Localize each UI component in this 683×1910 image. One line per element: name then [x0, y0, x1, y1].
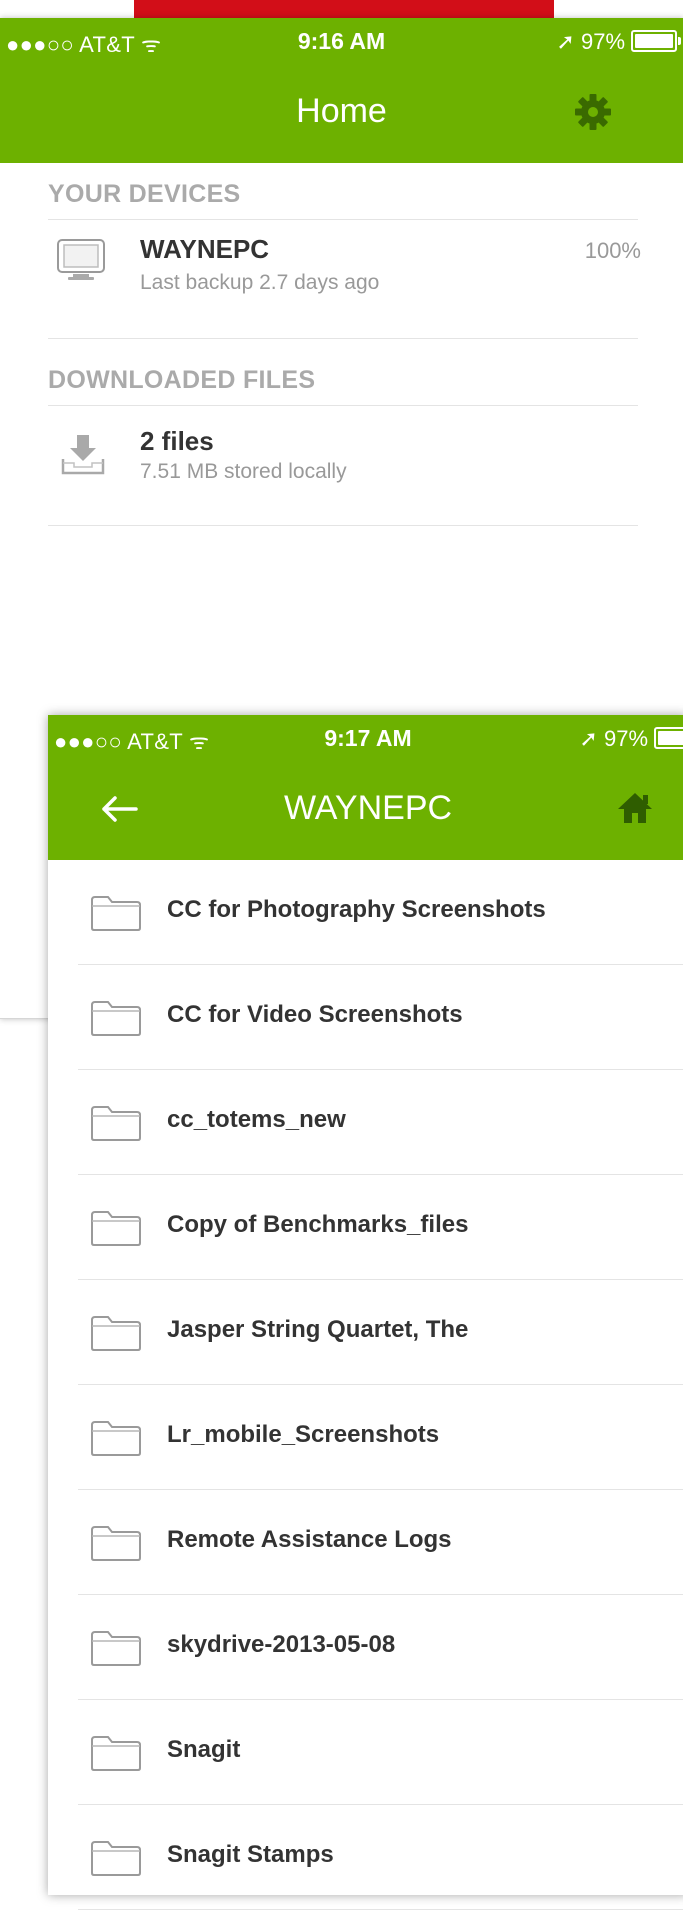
folder-icon [91, 1211, 141, 1246]
folder-icon [91, 1106, 141, 1141]
folder-name: cc_totems_new [167, 1106, 346, 1133]
folder-icon [91, 1631, 141, 1666]
folder-name: CC for Photography Screenshots [167, 896, 546, 923]
folder-list-item[interactable]: Remote Assistance Logs [48, 1490, 683, 1595]
folder-icon [91, 1841, 141, 1876]
folder-name: Copy of Benchmarks_files [167, 1211, 469, 1238]
battery-percent: ➚ 97% [579, 726, 648, 751]
monitor-icon [57, 239, 105, 280]
device-name: WAYNEPC [140, 234, 270, 264]
folder-icon [91, 1316, 141, 1351]
folder-icon [91, 1421, 141, 1456]
download-tray-icon [61, 435, 105, 475]
page-title: WAYNEPC [283, 789, 453, 827]
folder-list-item[interactable]: skydrive-2013-05-08 [48, 1595, 683, 1700]
home-icon[interactable] [616, 791, 654, 825]
folder-icon [91, 1526, 141, 1561]
folder-list-item[interactable]: Jasper String Quartet, The [48, 1280, 683, 1385]
status-bar: ●●●○○ AT&T ᯤ 9:16 AM ➚ 97% [0, 18, 683, 64]
folder-name: Lr_mobile_Screenshots [167, 1421, 440, 1448]
status-bar: ●●●○○ AT&T ᯤ 9:17 AM ➚ 97% [48, 715, 683, 761]
folder-name: skydrive-2013-05-08 [167, 1631, 396, 1658]
folder-icon [91, 896, 141, 931]
downloads-subtitle: 7.51 MB stored locally [140, 460, 347, 483]
folder-list-item[interactable]: Copy of Benchmarks_files [48, 1175, 683, 1280]
folder-icon [91, 1736, 141, 1771]
folder-name: Jasper String Quartet, The [167, 1316, 469, 1343]
folder-list-item[interactable]: Lr_mobile_Screenshots [48, 1385, 683, 1490]
battery-icon [631, 30, 681, 52]
downloads-title: 2 files [140, 426, 214, 456]
folder-icon [91, 1001, 141, 1036]
downloads-section-header: DOWNLOADED FILES [48, 366, 638, 406]
top-accent-bar [134, 0, 554, 18]
folder-list-item[interactable]: CC for Photography Screenshots [48, 860, 683, 965]
devices-section-header: YOUR DEVICES [48, 180, 638, 220]
folder-list-item[interactable]: Snagit Stamps [48, 1805, 683, 1910]
device-percent: 100% [584, 238, 641, 263]
nav-bar: Home [0, 64, 683, 163]
nav-bar: WAYNEPC [48, 761, 683, 860]
folder-list-item[interactable]: Snagit [48, 1700, 683, 1805]
device-folder-screen: ●●●○○ AT&T ᯤ 9:17 AM ➚ 97% WAYNEPC CC fo… [48, 715, 683, 1910]
folder-list-item[interactable]: cc_totems_new [48, 1070, 683, 1175]
folder-name: Snagit Stamps [167, 1841, 334, 1868]
divider [48, 525, 638, 526]
folder-name: Remote Assistance Logs [167, 1526, 452, 1553]
folder-name: Snagit [167, 1736, 241, 1763]
battery-icon [654, 727, 683, 749]
status-battery: ➚ 97% [556, 29, 681, 55]
device-last-backup: Last backup 2.7 days ago [140, 271, 380, 294]
folder-list-item[interactable]: CC for Video Screenshots [48, 965, 683, 1070]
divider [48, 338, 638, 339]
gear-icon[interactable] [573, 92, 613, 132]
battery-percent: ➚ 97% [556, 29, 625, 54]
folder-name: CC for Video Screenshots [167, 1001, 463, 1028]
status-battery: ➚ 97% [579, 726, 683, 752]
